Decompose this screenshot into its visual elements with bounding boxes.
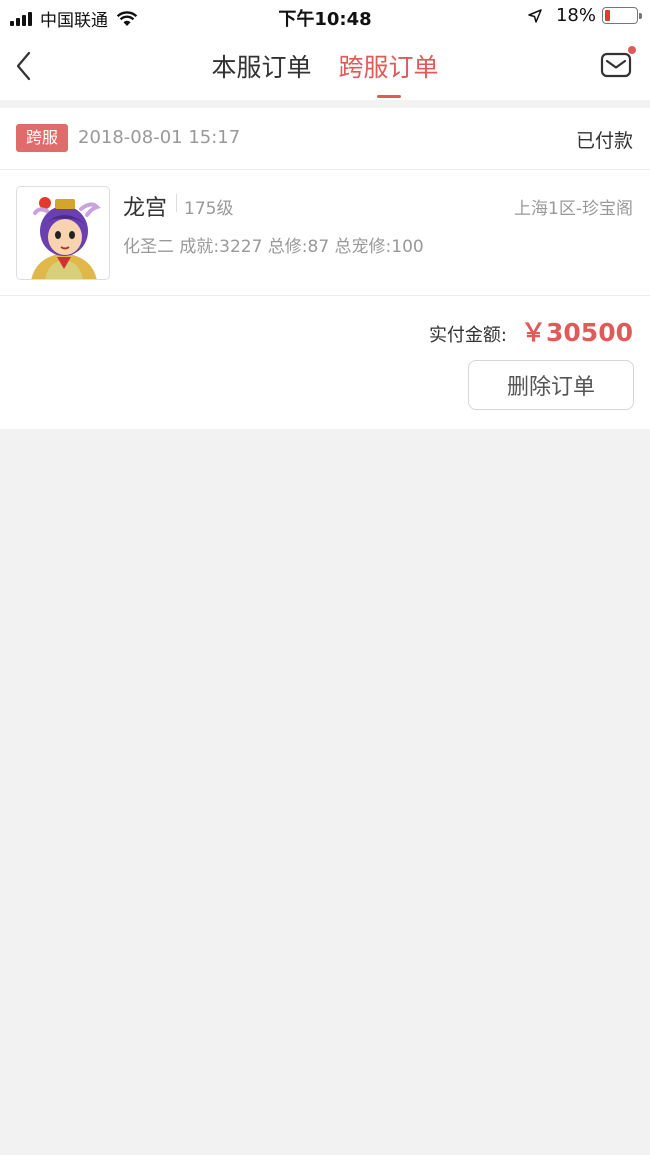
status-right: 18% [528, 5, 642, 26]
notification-dot [628, 46, 636, 54]
server-name: 上海1区-珍宝阁 [514, 199, 633, 219]
divider [176, 194, 177, 212]
character-name: 龙宫 [123, 196, 168, 221]
location-arrow-icon [528, 8, 542, 23]
amount-value: ￥30500 [521, 318, 633, 347]
tab-cross-server-orders[interactable]: 跨服订单 [339, 48, 439, 98]
character-portrait-icon [17, 187, 109, 279]
order-item[interactable]: 龙宫 175级 上海1区-珍宝阁 化圣二 成就:3227 总修:87 总宠修:1… [0, 170, 650, 296]
nav-bar: 本服订单 跨服订单 [0, 32, 650, 100]
mail-button[interactable] [600, 46, 636, 80]
order-header: 跨服 2018-08-01 15:17 已付款 [0, 108, 650, 170]
tab-local-orders[interactable]: 本服订单 [211, 48, 311, 84]
cross-server-tag: 跨服 [16, 124, 69, 152]
battery-fill [605, 10, 611, 21]
character-level: 175级 [184, 199, 234, 219]
order-datetime: 2018-08-01 15:17 [78, 127, 241, 148]
order-tabs: 本服订单 跨服订单 [0, 48, 650, 98]
delete-order-button[interactable]: 删除订单 [468, 360, 634, 410]
status-bar: 中国联通 下午10:48 18% [0, 0, 650, 32]
battery-percent: 18% [555, 5, 596, 26]
character-details: 化圣二 成就:3227 总修:87 总宠修:100 [123, 237, 424, 257]
battery-icon [602, 7, 642, 24]
amount-label: 实付金额: [428, 325, 508, 346]
character-avatar [16, 186, 110, 280]
order-card: 跨服 2018-08-01 15:17 已付款 龙宫 175级 上海1区-珍宝阁… [0, 108, 650, 429]
order-status: 已付款 [575, 130, 633, 152]
mail-icon [600, 52, 632, 78]
amount-row: 实付金额: ￥30500 [429, 313, 633, 349]
